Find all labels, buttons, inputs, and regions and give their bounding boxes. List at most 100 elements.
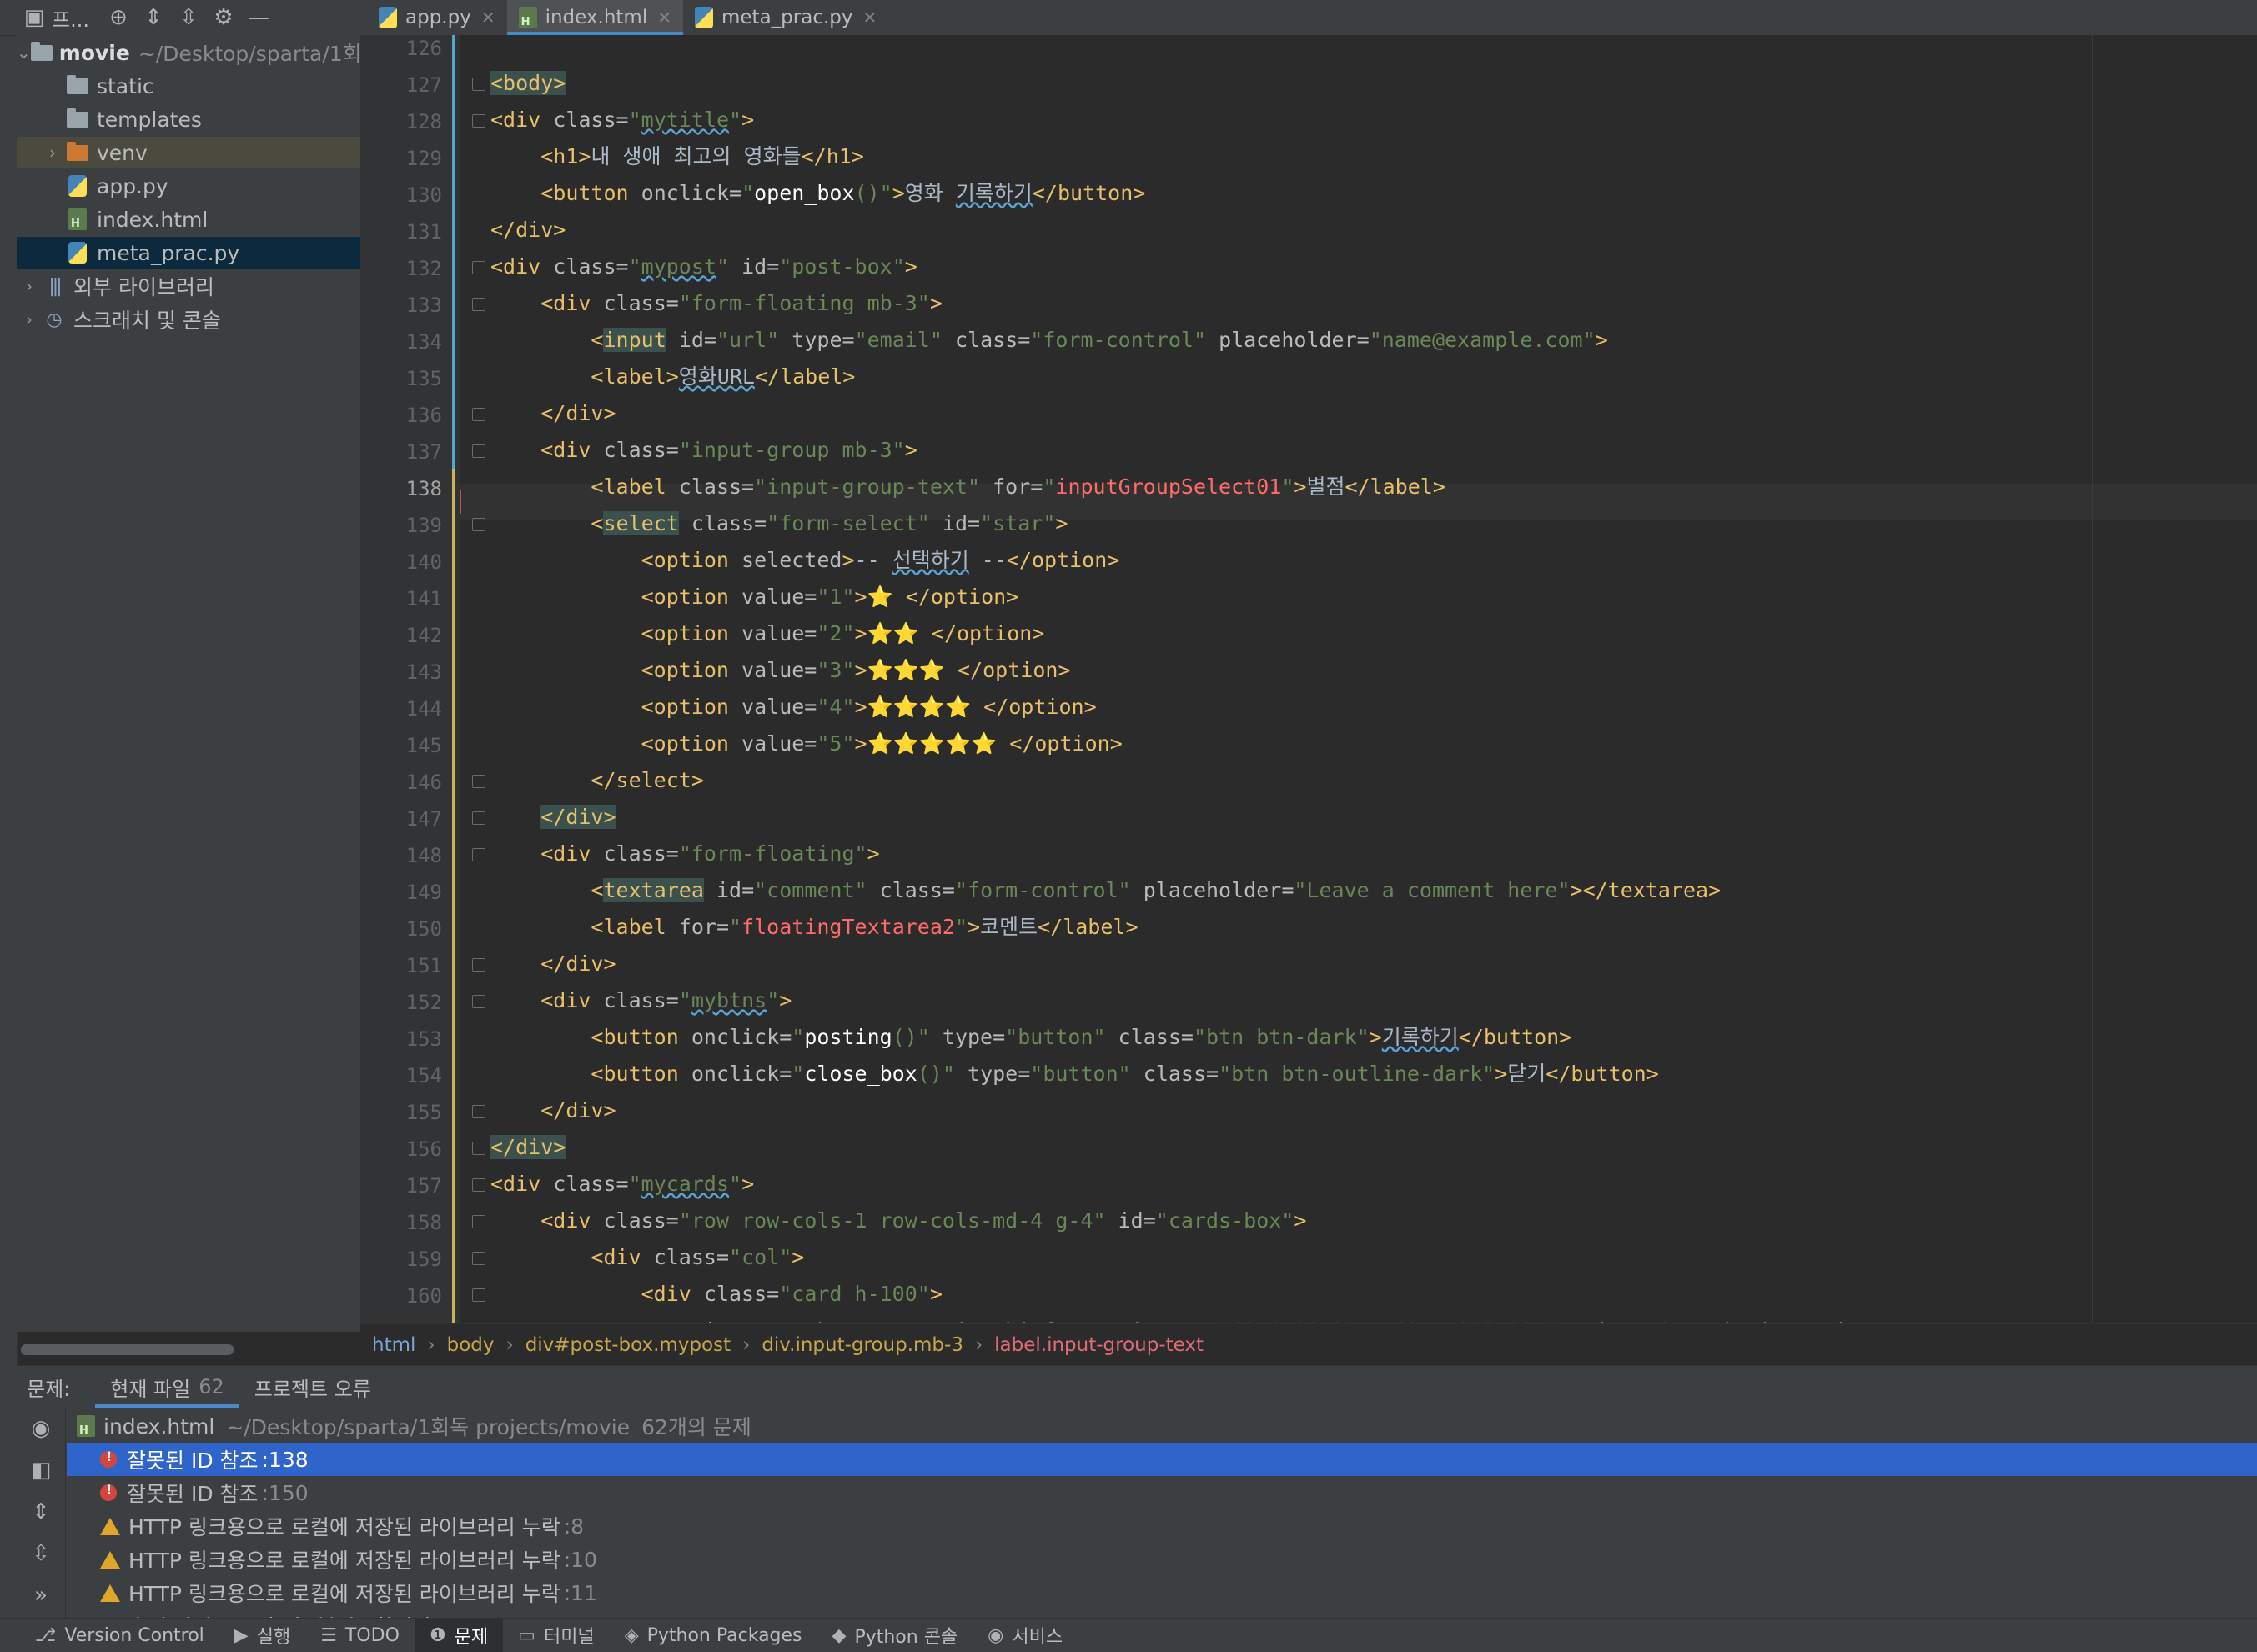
problem-item[interactable]: HTTP 링크용으로 로컬에 저장된 라이브러리 누락:10 xyxy=(67,1543,2257,1576)
line-number[interactable]: 130 xyxy=(359,183,442,207)
code-line[interactable]: <option value="5">⭐⭐⭐⭐⭐ </option> xyxy=(490,726,1123,762)
fold-marker-icon[interactable] xyxy=(472,1288,485,1302)
line-number[interactable]: 151 xyxy=(359,954,442,977)
code-line[interactable]: <select class="form-select" id="star"> xyxy=(490,505,1068,542)
collapse-all-icon[interactable]: ⇳ xyxy=(171,0,206,35)
line-number[interactable]: 134 xyxy=(359,330,442,354)
problem-item[interactable]: 측정 단위 'px'이(가) 불필요합니다:62 xyxy=(67,1609,2257,1618)
tree-item-scratches[interactable]: › ◷ 스크래치 및 콘솔 xyxy=(17,304,360,335)
breadcrumb-item[interactable]: div#post-box.mypost xyxy=(514,1334,742,1356)
fold-marker-icon[interactable] xyxy=(472,958,485,972)
line-number[interactable]: 127 xyxy=(359,73,442,97)
expand-all-icon[interactable]: ⇕ xyxy=(136,0,171,35)
fold-marker-icon[interactable] xyxy=(472,518,485,531)
line-number[interactable]: 143 xyxy=(359,660,442,684)
expand-all-icon[interactable]: ⇕ xyxy=(17,1491,65,1533)
fold-marker-icon[interactable] xyxy=(472,1252,485,1265)
collapse-all-icon[interactable]: ⇳ xyxy=(17,1533,65,1574)
code-line[interactable]: <div class="form-floating mb-3"> xyxy=(490,285,943,322)
more-icon[interactable]: » xyxy=(17,1574,65,1616)
code-line[interactable]: </select> xyxy=(490,762,703,799)
problem-item[interactable]: 잘못된 ID 참조:138 xyxy=(67,1443,2257,1476)
tab-current-file[interactable]: 현재 파일 62 xyxy=(95,1366,239,1408)
fold-marker-icon[interactable] xyxy=(472,775,485,788)
close-icon[interactable]: ✕ xyxy=(863,8,877,28)
code-line[interactable]: <div class="mytitle"> xyxy=(490,102,754,138)
line-number[interactable]: 145 xyxy=(359,734,442,757)
chevron-right-icon[interactable]: › xyxy=(40,143,65,163)
line-number[interactable]: 142 xyxy=(359,624,442,647)
code-line[interactable]: <textarea id="comment" class="form-contr… xyxy=(490,872,1721,909)
chevron-down-icon[interactable]: ⌄ xyxy=(17,43,31,63)
toolwindow-button[interactable]: ◆ Python 콘솔 xyxy=(817,1619,973,1652)
code-line[interactable]: <input id="url" type="email" class="form… xyxy=(490,322,1608,359)
breadcrumb-item[interactable]: html xyxy=(360,1334,427,1356)
toolwindow-button[interactable]: ▭ 터미널 xyxy=(503,1619,610,1652)
line-number[interactable]: 157 xyxy=(359,1174,442,1198)
tab-meta-prac-py[interactable]: meta_prac.py ✕ xyxy=(683,0,888,35)
line-number[interactable]: 129 xyxy=(359,147,442,170)
code-line[interactable]: <div class="input-group mb-3"> xyxy=(490,432,917,469)
fold-marker-icon[interactable] xyxy=(472,444,485,458)
tree-item-static[interactable]: static xyxy=(17,70,409,102)
line-number[interactable]: 132 xyxy=(359,257,442,280)
code-line[interactable]: </div> xyxy=(490,1092,616,1129)
gear-icon[interactable]: ⚙ xyxy=(206,0,241,35)
code-line[interactable]: <div class="mybtns"> xyxy=(490,982,792,1019)
problem-item[interactable]: HTTP 링크용으로 로컬에 저장된 라이브러리 누락:8 xyxy=(67,1509,2257,1543)
code-line[interactable]: <option value="1">⭐ </option> xyxy=(490,579,1019,615)
close-icon[interactable]: ✕ xyxy=(481,8,495,28)
fold-marker-icon[interactable] xyxy=(472,848,485,861)
fold-marker-icon[interactable] xyxy=(472,78,485,91)
close-icon[interactable]: ✕ xyxy=(657,8,671,28)
tree-item-app-py[interactable]: app.py xyxy=(17,170,409,202)
code-line[interactable]: <label class="input-group-text" for="inp… xyxy=(490,469,1445,505)
minimize-icon[interactable]: — xyxy=(241,0,276,35)
line-number[interactable]: 137 xyxy=(359,440,442,464)
line-number[interactable]: 146 xyxy=(359,771,442,794)
line-number[interactable]: 133 xyxy=(359,294,442,317)
toolwindow-button[interactable]: ⎇ Version Control xyxy=(20,1619,219,1652)
code-line[interactable]: <div class="mycards"> xyxy=(490,1166,754,1203)
line-number[interactable]: 131 xyxy=(359,220,442,244)
line-number[interactable]: 135 xyxy=(359,367,442,390)
line-number[interactable]: 126 xyxy=(359,37,442,60)
fold-marker-icon[interactable] xyxy=(472,995,485,1008)
problem-file-row[interactable]: index.html ~/Desktop/sparta/1회독 projects… xyxy=(67,1409,2257,1443)
line-number[interactable]: 128 xyxy=(359,110,442,133)
line-number[interactable]: 153 xyxy=(359,1027,442,1051)
line-number[interactable]: 160 xyxy=(359,1284,442,1308)
code-line[interactable]: </div> xyxy=(490,395,616,432)
line-number[interactable]: 159 xyxy=(359,1248,442,1271)
toolwindow-button[interactable]: ◈ Python Packages xyxy=(610,1619,817,1652)
fold-marker-icon[interactable] xyxy=(472,408,485,421)
tree-item-external-libraries[interactable]: › ||| 외부 라이브러리 xyxy=(17,270,360,302)
code-line[interactable]: <option value="4">⭐⭐⭐⭐ </option> xyxy=(490,689,1097,726)
breadcrumb-item[interactable]: div.input-group.mb-3 xyxy=(750,1334,975,1356)
code-line[interactable]: </div> xyxy=(490,1129,566,1166)
breadcrumb-item[interactable]: body xyxy=(435,1334,506,1356)
project-panel-title[interactable]: 프... xyxy=(52,3,89,33)
chevron-right-icon[interactable]: › xyxy=(17,309,42,329)
code-line[interactable]: </div> xyxy=(490,799,616,836)
code-line[interactable]: <button onclick="close_box()" type="butt… xyxy=(490,1056,1658,1092)
code-editor[interactable]: <body> <div class="mytitle"> <h1>내 생애 최고의… xyxy=(460,35,2257,1323)
code-line[interactable]: <button onclick="posting()" type="button… xyxy=(490,1019,1571,1056)
fold-marker-icon[interactable] xyxy=(472,114,485,128)
toolwindow-button[interactable]: ❶ 문제 xyxy=(414,1619,504,1652)
line-number[interactable]: 141 xyxy=(359,587,442,610)
locate-icon[interactable]: ⊕ xyxy=(101,0,136,35)
code-line[interactable]: <option value="2">⭐⭐ </option> xyxy=(490,615,1045,652)
line-number[interactable]: 152 xyxy=(359,991,442,1014)
line-number[interactable]: 158 xyxy=(359,1211,442,1234)
project-window-icon[interactable]: ▣ xyxy=(17,0,52,35)
code-line[interactable]: </div> xyxy=(490,212,566,249)
toolwindow-button[interactable]: ◉ 서비스 xyxy=(973,1619,1078,1652)
line-number[interactable]: 156 xyxy=(359,1137,442,1161)
tab-app-py[interactable]: app.py ✕ xyxy=(367,0,507,35)
tree-root-movie[interactable]: ⌄ movie ~/Desktop/sparta/1회독 projects/mo… xyxy=(17,37,360,68)
toolwindow-button[interactable]: ☰ TODO xyxy=(305,1619,415,1652)
line-number[interactable]: 148 xyxy=(359,844,442,867)
toolwindow-button[interactable]: ▶ 실행 xyxy=(219,1619,305,1652)
tab-project-errors[interactable]: 프로젝트 오류 xyxy=(239,1366,386,1408)
